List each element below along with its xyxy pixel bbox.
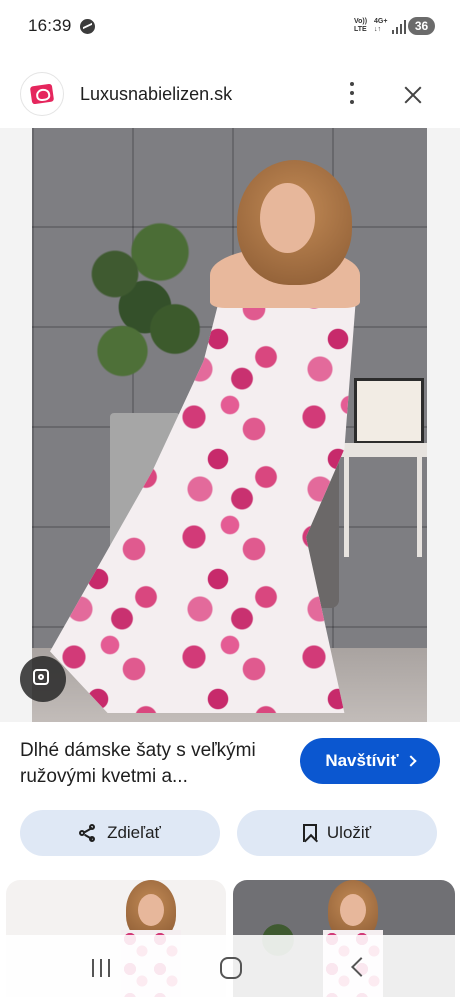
chevron-right-icon <box>405 755 417 767</box>
lens-button[interactable] <box>20 656 66 702</box>
model-face <box>260 183 315 253</box>
save-label: Uložiť <box>326 823 372 842</box>
lamp <box>354 378 424 444</box>
share-icon <box>79 824 97 842</box>
volte-indicator: Vo)) LTE <box>354 18 368 33</box>
product-title: Dlhé dámske šaty s veľkými ružovými kvet… <box>20 740 256 787</box>
save-button[interactable]: Uložiť <box>237 810 437 856</box>
recents-icon[interactable] <box>92 959 112 977</box>
lingerie-logo-icon <box>29 83 55 105</box>
more-vert-icon[interactable] <box>342 82 362 106</box>
share-label: Zdieľať <box>107 823 161 842</box>
visit-button[interactable]: Navštíviť <box>300 738 440 784</box>
image-viewer <box>0 128 460 722</box>
network-type-indicator: 4G+ ↓↑ <box>374 18 388 33</box>
navigation-bar <box>0 935 460 997</box>
source-header: Luxusnabielizen.sk <box>0 52 460 134</box>
bookmark-icon <box>302 824 317 842</box>
signal-icon <box>392 20 406 34</box>
source-logo[interactable] <box>20 72 64 116</box>
messenger-icon <box>80 19 95 34</box>
battery-icon: 36 <box>408 17 435 35</box>
source-name[interactable]: Luxusnabielizen.sk <box>80 84 232 105</box>
product-image[interactable] <box>32 128 427 722</box>
back-icon[interactable] <box>351 957 371 977</box>
close-icon[interactable] <box>400 82 426 108</box>
home-icon[interactable] <box>220 957 242 979</box>
visit-label: Navštíviť <box>325 751 399 770</box>
side-table-leg <box>417 457 422 557</box>
side-table <box>337 443 427 457</box>
side-table-leg <box>344 457 349 557</box>
thumb-model-face <box>340 894 366 926</box>
status-time: 16:39 <box>28 16 72 35</box>
thumb-model-face <box>138 894 164 926</box>
share-button[interactable]: Zdieľať <box>20 810 220 856</box>
status-bar: 16:39 Vo)) LTE 4G+ ↓↑ 36 <box>0 0 460 52</box>
google-lens-icon <box>32 668 54 690</box>
